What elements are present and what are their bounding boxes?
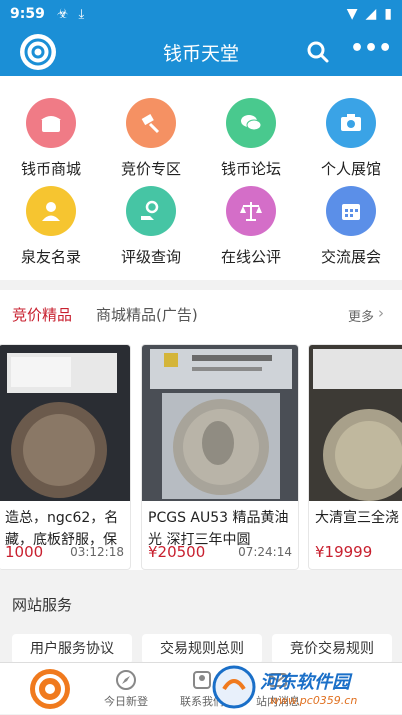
nav-contact[interactable]: 联系我们 (162, 663, 242, 715)
countdown-time: 03:12:18 (70, 545, 124, 559)
product-card[interactable]: 造总，ngc62，名藏，底板舒服，保 1000 03:12:18 (0, 344, 131, 570)
grid-item-label: 竞价专区 (120, 160, 181, 178)
service-auction-rules[interactable]: 竞价交易规则 (272, 634, 392, 664)
app-logo-icon[interactable] (20, 34, 56, 70)
grid-item-exhibition[interactable]: 交流展会 (301, 186, 401, 276)
compass-icon (116, 670, 136, 690)
product-card[interactable]: 大清宣三全浇 ¥19999 (308, 344, 402, 570)
nav-label: 今日新登 (104, 695, 148, 708)
feature-grid: 钱币商城 竞价专区 钱币论坛 个人展馆 泉友名录 评级查询 在线公评 交流展会 (0, 76, 402, 280)
coin-photo (142, 345, 298, 501)
wifi-icon: ▼ (346, 6, 358, 22)
status-bar: 9:59 ☣ ⤓ ▼ ◢ ▮ (0, 0, 402, 28)
more-link[interactable]: 更多 (348, 306, 374, 325)
grid-item-forum[interactable]: 钱币论坛 (201, 98, 301, 188)
more-menu-icon[interactable]: ••• (350, 38, 392, 66)
contact-icon (193, 671, 211, 689)
grid-item-gallery[interactable]: 个人展馆 (301, 98, 401, 188)
countdown-time: 07:24:14 (238, 545, 292, 559)
grid-item-label: 泉友名录 (20, 248, 81, 266)
balance-scale-icon (226, 186, 276, 236)
product-price: ¥19999 (315, 543, 373, 561)
services-row: 用户服务协议 交易规则总则 竞价交易规则 (0, 634, 402, 664)
featured-section: 竞价精品 商城精品(广告) 更多 › 造总，ngc62，名藏，底板舒服，保 10… (0, 290, 402, 570)
download-icon: ⤓ (78, 6, 85, 22)
service-user-agreement[interactable]: 用户服务协议 (12, 634, 132, 664)
nav-label: 联系我们 (180, 695, 224, 708)
home-logo-icon (30, 669, 70, 709)
grid-item-label: 评级查询 (120, 248, 181, 266)
chevron-right-icon[interactable]: › (378, 304, 384, 322)
battery-icon: ▮ (384, 6, 392, 22)
product-price: 1000 (5, 543, 44, 561)
grid-item-label: 钱币论坛 (220, 160, 281, 178)
grid-item-auction[interactable]: 竞价专区 (101, 98, 201, 188)
tab-auction-picks[interactable]: 竞价精品 (12, 304, 72, 325)
product-price: ¥20500 (148, 543, 206, 561)
grid-item-directory[interactable]: 泉友名录 (1, 186, 101, 276)
shop-icon (26, 98, 76, 148)
shield-icon: ☣ (56, 6, 69, 22)
nav-today-new[interactable]: 今日新登 (86, 663, 166, 715)
user-icon (26, 186, 76, 236)
service-trading-rules[interactable]: 交易规则总则 (142, 634, 262, 664)
grid-item-label: 交流展会 (320, 248, 381, 266)
grid-item-review[interactable]: 在线公评 (201, 186, 301, 276)
tab-mall-picks[interactable]: 商城精品(广告) (96, 304, 198, 325)
chat-bubbles-icon (226, 98, 276, 148)
calendar-icon (326, 186, 376, 236)
message-icon (269, 673, 287, 687)
nav-messages[interactable]: 站内消息 (238, 663, 318, 715)
status-time: 9:59 (10, 6, 45, 22)
bottom-nav: 今日新登 联系我们 站内消息 (0, 662, 402, 714)
product-card[interactable]: PCGS AU53 精品黄油光 深打三年中圆 ¥20500 07:24:14 (141, 344, 299, 570)
page-title: 钱币天堂 (162, 42, 239, 65)
signal-icon: ◢ (365, 6, 377, 22)
grid-item-grading[interactable]: 评级查询 (101, 186, 201, 276)
grid-item-label: 个人展馆 (320, 160, 381, 178)
auction-hammer-icon (126, 98, 176, 148)
search-icon[interactable] (304, 38, 332, 66)
camera-icon (326, 98, 376, 148)
nav-home[interactable] (10, 663, 90, 715)
services-title: 网站服务 (12, 596, 73, 614)
status-right: ▼ ◢ ▮ (347, 6, 392, 22)
search-hand-icon (126, 186, 176, 236)
nav-label: 站内消息 (256, 695, 300, 708)
app-bar: 钱币天堂 ••• (0, 28, 402, 76)
grid-item-label: 钱币商城 (20, 160, 81, 178)
grid-item-label: 在线公评 (220, 248, 281, 266)
coin-photo (0, 345, 130, 501)
grid-item-shop[interactable]: 钱币商城 (1, 98, 101, 188)
coin-photo (309, 345, 402, 501)
